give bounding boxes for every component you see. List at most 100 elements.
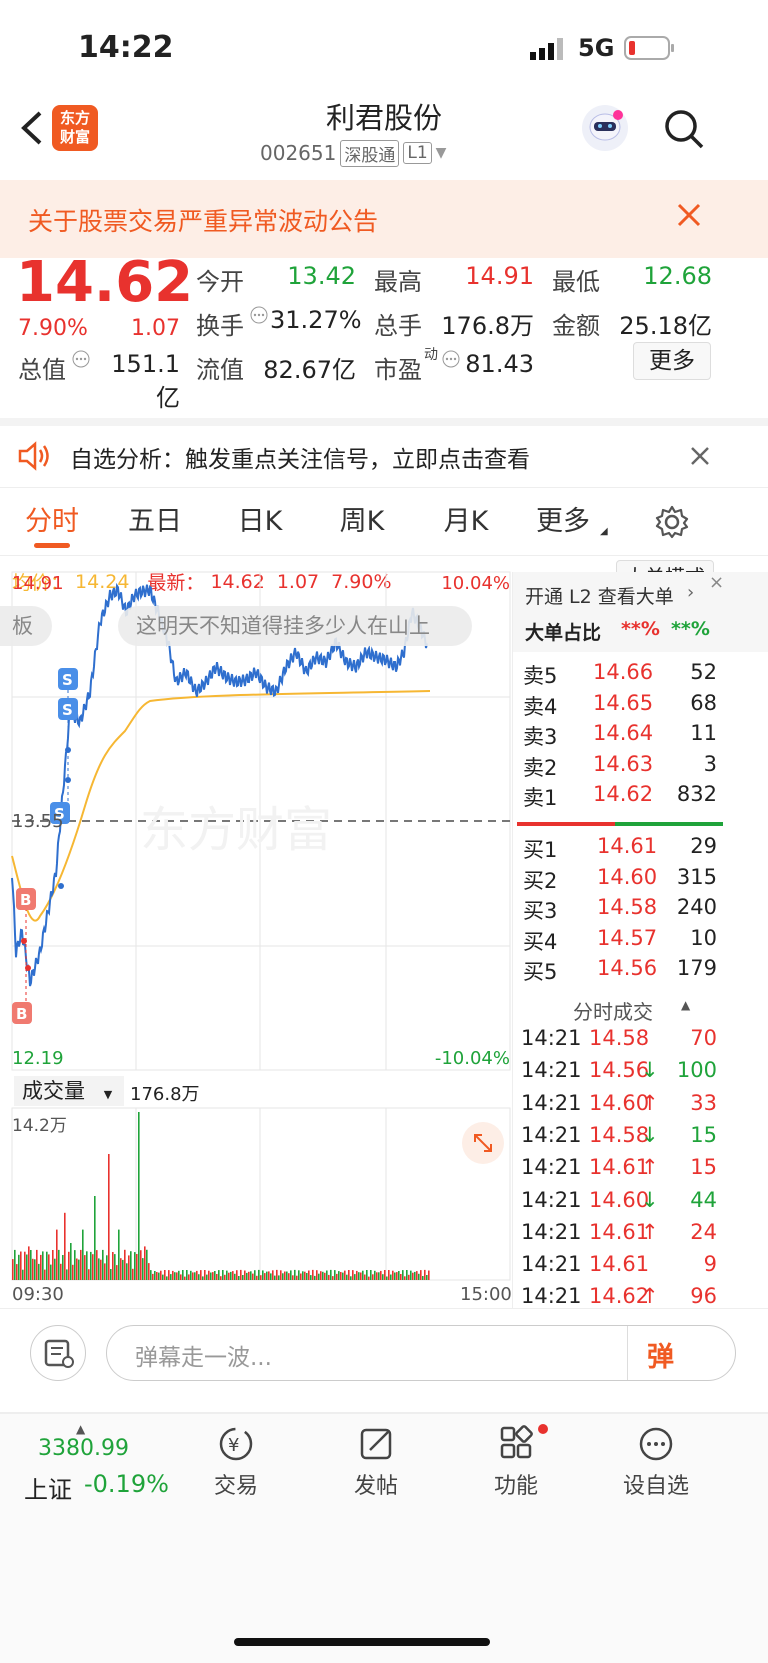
robot-avatar-icon[interactable] xyxy=(582,105,628,151)
sell-marker-label: S xyxy=(62,701,73,719)
bid-volume: 179 xyxy=(676,956,717,980)
expand-icon[interactable] xyxy=(462,1122,504,1164)
danmu-placeholder: 弹幕走一波... xyxy=(135,1345,272,1371)
volume-bar xyxy=(378,1272,380,1280)
volume-bar xyxy=(274,1275,276,1280)
close-icon[interactable]: × xyxy=(709,572,725,596)
index-ticker[interactable]: ▲ 3380.99 上证 -0.19% xyxy=(0,1414,170,1524)
sell-ratio-bar xyxy=(615,822,723,826)
volume-bar xyxy=(340,1272,342,1280)
volume-bar xyxy=(348,1270,350,1280)
volume-bar xyxy=(82,1229,84,1280)
volume-bar xyxy=(390,1274,392,1280)
tick-volume: 44 xyxy=(690,1187,717,1212)
close-icon[interactable] xyxy=(688,444,712,468)
tab-more[interactable]: 更多 xyxy=(528,488,598,556)
danmu-bubble: 这明天不知道得挂多少人在山上 xyxy=(118,606,472,646)
announcement-banner[interactable]: 关于股票交易严重异常波动公告 xyxy=(0,180,768,258)
tick-volume: 100 xyxy=(676,1058,717,1083)
info-icon[interactable] xyxy=(442,350,460,368)
volume-bar xyxy=(310,1275,312,1280)
volume-bar xyxy=(180,1274,182,1280)
tick-time: 14:21 xyxy=(521,1155,582,1180)
tab-daily-k[interactable]: 日K xyxy=(220,488,300,556)
volume-label: 成交量 xyxy=(22,1079,85,1103)
status-bar: 14:22 5G xyxy=(0,0,768,95)
volume-bar xyxy=(146,1249,148,1280)
danmu-toggle-button[interactable]: 弹 xyxy=(647,1335,674,1374)
nav-add-watchlist[interactable]: 设自选 xyxy=(606,1424,706,1514)
danmu-input[interactable]: 弹幕走一波... 弹 xyxy=(106,1325,736,1381)
volume-bar xyxy=(72,1264,74,1280)
high-label: 最高 xyxy=(374,268,422,296)
volume-bar xyxy=(74,1250,76,1280)
pct-min-label: -10.04% xyxy=(434,1048,510,1069)
volume-bar xyxy=(170,1274,172,1280)
volume-bar xyxy=(186,1270,188,1280)
volume-bar xyxy=(408,1274,410,1280)
float-value: 82.67亿 xyxy=(263,356,356,384)
volume-bar xyxy=(246,1272,248,1280)
volume-bar xyxy=(384,1270,386,1280)
volume-bars xyxy=(12,1112,430,1280)
l2-promo[interactable]: 开通 L2 查看大单 › × 大单占比 **% **% xyxy=(513,572,768,652)
volume-bar xyxy=(40,1254,42,1280)
close-icon[interactable] xyxy=(674,200,704,230)
l2-link[interactable]: 开通 L2 查看大单 xyxy=(525,582,674,609)
nav-post[interactable]: 发帖 xyxy=(326,1424,426,1514)
volume-bar xyxy=(262,1270,264,1280)
market-badge: 深股通 xyxy=(340,139,400,167)
chart-area: 均价： 14.24 最新： 14.62 1.07 7.90% 大单模式 东方财富 xyxy=(0,556,768,1388)
volume-bar xyxy=(92,1254,94,1280)
tab-weekly-k[interactable]: 周K xyxy=(322,488,402,556)
stock-code-row[interactable]: 002651 深股通 L1 ▼ xyxy=(260,139,446,167)
volume-bar xyxy=(12,1259,14,1280)
nav-trade[interactable]: ¥ 交易 xyxy=(186,1424,286,1514)
tab-5day[interactable]: 五日 xyxy=(115,488,195,556)
volume-bar xyxy=(288,1273,290,1280)
volume-max-label: 14.2万 xyxy=(12,1116,67,1136)
nav-functions[interactable]: 功能 xyxy=(466,1424,566,1514)
volume-bar xyxy=(42,1251,44,1280)
ask-row: 卖4 14.65 68 xyxy=(513,691,733,723)
volume-bar xyxy=(338,1271,340,1280)
indicator-select[interactable]: 成交量 ▼ xyxy=(14,1076,124,1106)
settings-gear-icon[interactable] xyxy=(654,504,690,540)
bid-volume: 29 xyxy=(690,834,717,858)
low-label: 最低 xyxy=(552,268,600,296)
tick-row: 14:21 14.56 ↓ 100 xyxy=(513,1058,733,1092)
volume-bar xyxy=(78,1259,80,1280)
signal-alert-bar[interactable]: 自选分析：触发重点关注信号，立即点击查看 xyxy=(0,418,768,488)
volume-bar xyxy=(100,1259,102,1280)
volume-bar xyxy=(296,1275,298,1280)
volume-bar xyxy=(316,1270,318,1280)
more-button[interactable]: 更多 xyxy=(633,342,711,380)
note-icon[interactable] xyxy=(30,1325,86,1381)
bid-label: 买1 xyxy=(523,838,558,862)
tick-list[interactable]: 14:21 14.58 70 14:21 14.56 ↓ 100 14:21 14.60 ↑ 33 1… xyxy=(513,1026,733,1326)
ticks-title[interactable]: 分时成交 xyxy=(573,996,653,1025)
tick-row: 14:21 14.61 9 xyxy=(513,1252,733,1286)
tick-time: 14:21 xyxy=(521,1122,582,1147)
app-logo[interactable]: 东方 财富 xyxy=(52,105,98,151)
caret-down-icon: ▼ xyxy=(103,1088,113,1101)
tab-monthly-k[interactable]: 月K xyxy=(426,488,506,556)
back-icon[interactable] xyxy=(14,107,48,149)
info-icon[interactable] xyxy=(250,306,268,324)
intraday-chart[interactable]: 东方财富 S S S B B xyxy=(0,556,516,1388)
volume-bar xyxy=(30,1250,32,1280)
volume-bar xyxy=(150,1270,152,1280)
volume-bar xyxy=(322,1271,324,1280)
volume-bar xyxy=(344,1270,346,1280)
pe-sup: 动 xyxy=(424,347,438,363)
volume-total: 176.8万 xyxy=(130,1084,200,1105)
tick-volume: 15 xyxy=(690,1122,717,1147)
volume-bar xyxy=(140,1250,142,1280)
active-tab-indicator xyxy=(34,543,70,548)
tick-volume: 24 xyxy=(690,1219,717,1244)
volume-bar xyxy=(88,1269,90,1280)
volume-bar xyxy=(96,1250,98,1280)
search-icon[interactable] xyxy=(662,107,706,151)
volume-bar xyxy=(418,1273,420,1280)
info-icon[interactable] xyxy=(72,350,90,368)
